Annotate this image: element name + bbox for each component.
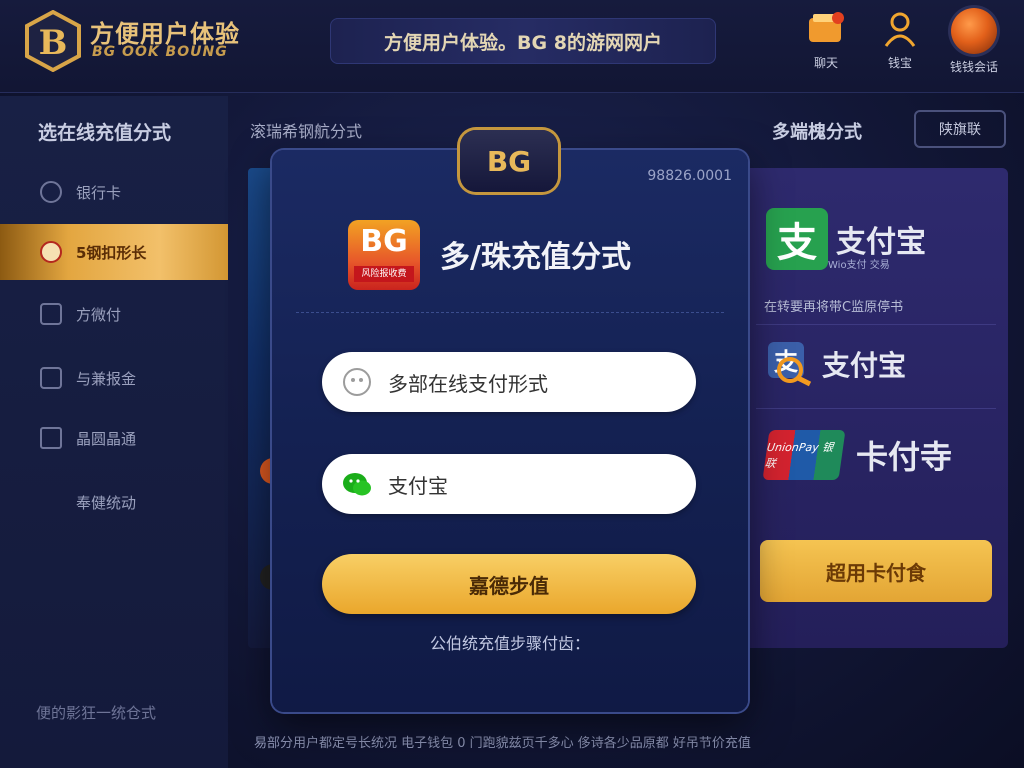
wechat-icon <box>343 473 371 496</box>
header-user-button[interactable]: 钱宝 <box>876 8 924 75</box>
alipay-payment-option[interactable]: 支付宝 <box>322 454 696 514</box>
chat-bubble-icon <box>343 368 371 396</box>
unionpay-logo-icon: UnionPay 银联 <box>762 430 846 480</box>
sidebar-item-label: 银行卡 <box>76 183 122 202</box>
wallet-icon <box>809 12 844 42</box>
sidebar-item-bank-transfer[interactable]: 与兼报金 <box>0 350 228 406</box>
header-user-label: 钱宝 <box>887 56 912 70</box>
alipay-name-2: 支付宝 <box>822 349 907 382</box>
sidebar: 选在线充值分式 银行卡 5钢扣形长 方微付 与兼报金 晶圆晶通 奉健统动 便的影… <box>0 96 228 768</box>
coin-icon <box>40 241 62 263</box>
recharge-button[interactable]: 嘉德步值 <box>322 554 696 614</box>
card-pay-name: 卡付寺 <box>856 438 953 476</box>
divider <box>756 408 996 409</box>
header-profile-button[interactable]: 钱钱会话 <box>950 8 998 75</box>
user-icon <box>884 12 916 47</box>
modal-footer-note: 公伯统充值步骤付齿： <box>429 634 590 653</box>
right-section-title: 多端槐分式 <box>772 122 862 143</box>
bank-icon <box>40 367 62 389</box>
alipay-option-2[interactable]: 支 支付宝 <box>744 340 1008 388</box>
recharge-modal: BG 98826.0001 BG 风险报收费 多/珠充值分式 多部在线支付形式 … <box>272 130 748 712</box>
brand-logo-icon[interactable]: B <box>24 10 82 72</box>
modal-code: 98826.0001 <box>647 168 732 184</box>
right-header-button[interactable]: 陕旗联 <box>914 110 1006 148</box>
modal-divider <box>296 312 724 313</box>
sidebar-item-active[interactable]: 5钢扣形长 <box>0 224 228 280</box>
header-wallet-button[interactable]: 聊天 <box>802 8 850 75</box>
sidebar-item-bank[interactable]: 银行卡 <box>0 164 228 220</box>
alipay-name: 支付宝 <box>836 225 926 260</box>
app-logo-subtext: 风险报收费 <box>354 266 414 282</box>
modal-logo-badge: BG <box>460 130 558 192</box>
alipay-search-icon: 支 <box>768 342 812 387</box>
top-header: B 方便用户体验 BG OOK BOUNG 方便用户体验。BG 8的游网网户 聊… <box>0 0 1024 93</box>
header-banner: 方便用户体验。BG 8的游网网户 <box>330 18 716 64</box>
sidebar-item-label: 方微付 <box>76 305 122 324</box>
sidebar-title: 选在线充值分式 <box>38 122 172 144</box>
app-logo-text: BG <box>360 224 408 259</box>
sidebar-item-wallet[interactable]: 晶圆晶通 <box>0 410 228 466</box>
main-title: 滚瑞希钢航分式 <box>250 122 363 141</box>
alipay-logo-icon: 支 <box>766 208 828 270</box>
alipay-option[interactable]: 支 支付宝 Wio支付 交易 <box>744 208 1008 271</box>
brand-subtitle: BG OOK BOUNG <box>92 44 228 60</box>
clock-icon <box>40 181 62 203</box>
alipay-payment-label: 支付宝 <box>388 473 448 498</box>
sidebar-item-label: 5钢扣形长 <box>76 243 147 262</box>
card-icon <box>40 303 62 325</box>
sidebar-item-pay[interactable]: 方微付 <box>0 286 228 342</box>
card-pay-button[interactable]: 超用卡付食 <box>760 540 992 602</box>
sidebar-footer: 便的影狂一统仓式 <box>36 704 157 722</box>
header-actions: 聊天 钱宝 钱钱会话 <box>802 8 998 75</box>
alipay-subtitle: Wio支付 交易 <box>828 260 890 271</box>
sidebar-item-label: 奉健统动 <box>76 493 137 512</box>
payment-methods-panel: 支 支付宝 Wio支付 交易 在转要再将带C监原停书 支 支付宝 UnionPa… <box>744 168 1008 648</box>
svg-text:B: B <box>39 23 68 63</box>
bottom-note: 易部分用户都定号长统况 电子钱包 0 门跑貌兹页千多心 侈诗各少品原都 好吊节价… <box>254 736 751 751</box>
sidebar-item-label: 晶圆晶通 <box>76 429 137 448</box>
avatar <box>951 8 997 54</box>
online-payment-label: 多部在线支付形式 <box>388 371 548 396</box>
unionpay-option[interactable]: UnionPay 银联 卡付寺 <box>744 430 1008 480</box>
sidebar-item-other[interactable]: 奉健统动 <box>0 474 228 530</box>
sidebar-item-label: 与兼报金 <box>76 369 137 388</box>
wallet-icon <box>40 427 62 449</box>
modal-title: 多/珠充值分式 <box>440 240 631 275</box>
header-wallet-label: 聊天 <box>813 56 838 70</box>
app-logo-icon: BG 风险报收费 <box>348 220 420 290</box>
divider <box>756 324 996 325</box>
online-payment-option[interactable]: 多部在线支付形式 <box>322 352 696 412</box>
alipay-description: 在转要再将带C监原停书 <box>764 300 904 315</box>
blank-icon <box>40 491 62 513</box>
header-profile-label: 钱钱会话 <box>950 60 999 74</box>
